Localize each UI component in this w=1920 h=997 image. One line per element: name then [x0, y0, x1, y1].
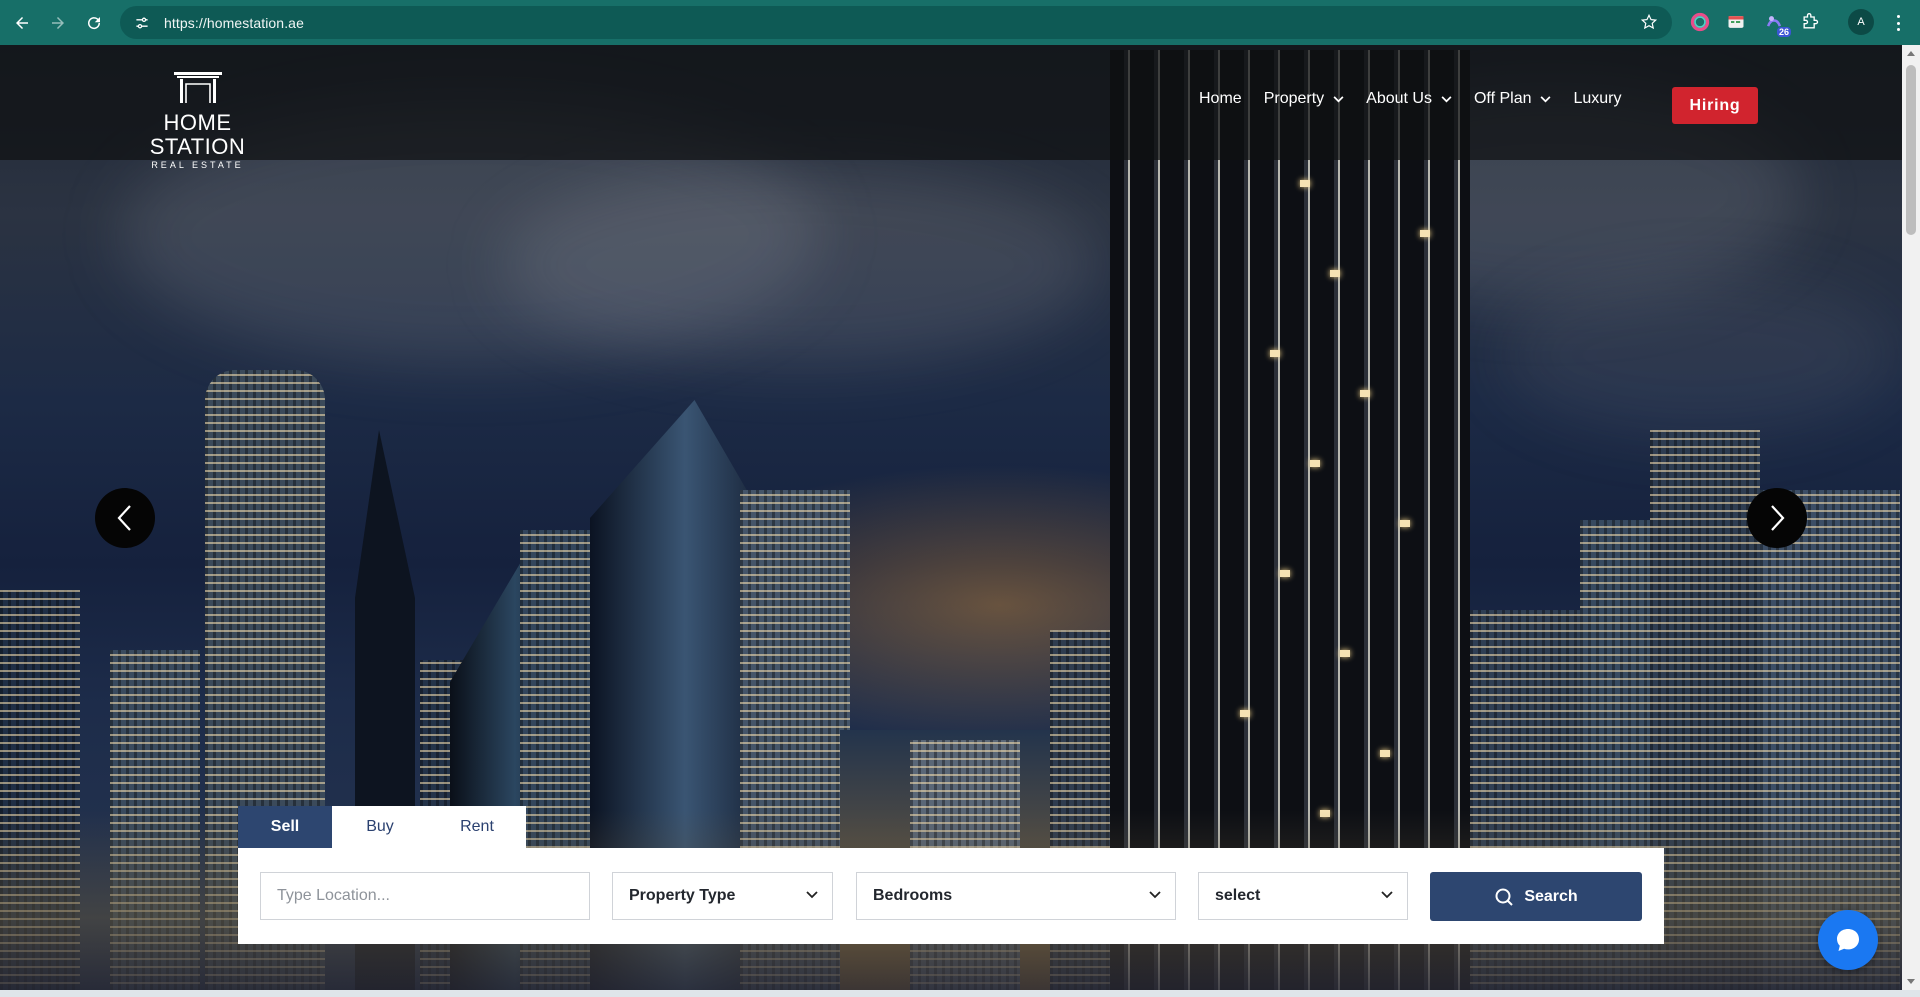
reload-icon [88, 16, 101, 29]
nav-property[interactable]: Property [1264, 90, 1344, 108]
chevron-down-icon [1333, 95, 1344, 102]
reload-button[interactable] [76, 5, 112, 41]
back-button[interactable] [4, 5, 40, 41]
logo-arch-icon [173, 72, 222, 103]
carousel-prev-button[interactable] [95, 488, 155, 548]
nav-home[interactable]: Home [1199, 90, 1242, 108]
chevron-down-icon [1540, 95, 1551, 102]
chat-widget-button[interactable] [1818, 910, 1878, 970]
extension-badge-count: 26 [1776, 27, 1791, 37]
location-placeholder: Type Location... [277, 887, 390, 904]
scroll-down-arrow-icon[interactable] [1907, 979, 1915, 984]
chevron-down-icon [1149, 891, 1161, 899]
hiring-button[interactable]: Hiring [1672, 87, 1758, 124]
brand-name: HOME STATION [149, 110, 246, 159]
address-bar[interactable]: https://homestation.ae [120, 6, 1672, 39]
search-mode-tabs: Sell Buy Rent [238, 806, 526, 848]
extension-badge-icon[interactable]: 26 [1762, 10, 1791, 37]
home-station-logo[interactable]: HOME STATION REAL ESTATE [120, 70, 275, 170]
chevron-down-icon [1381, 891, 1393, 899]
nav-luxury-label: Luxury [1573, 90, 1622, 107]
chevron-down-icon [1441, 95, 1452, 102]
search-button-label: Search [1524, 887, 1578, 905]
browser-menu-icon[interactable] [1890, 12, 1906, 34]
arrow-right-icon [52, 16, 64, 29]
main-navigation: Home Property About Us Off Plan Luxury [1199, 90, 1644, 108]
property-type-value: Property Type [629, 887, 736, 904]
nav-property-label: Property [1263, 90, 1325, 107]
location-input[interactable]: Type Location... [260, 872, 590, 920]
chat-icon [1837, 929, 1859, 951]
nav-about-us[interactable]: About Us [1366, 90, 1452, 108]
star-icon[interactable] [1640, 13, 1658, 31]
extra-select[interactable]: select [1198, 872, 1408, 920]
tab-sell[interactable]: Sell [238, 806, 332, 848]
bedrooms-select[interactable]: Bedrooms [856, 872, 1176, 920]
chevron-right-icon [1771, 505, 1785, 531]
window-bottom-edge [0, 990, 1920, 997]
tab-buy[interactable]: Buy [332, 806, 428, 848]
carousel-next-button[interactable] [1747, 488, 1807, 548]
page-scrollbar[interactable] [1902, 45, 1920, 990]
search-button[interactable]: Search [1430, 872, 1642, 921]
scroll-up-arrow-icon[interactable] [1907, 51, 1915, 56]
chevron-down-icon [806, 891, 818, 899]
nav-offplan-label: Off Plan [1473, 90, 1532, 107]
tab-rent[interactable]: Rent [428, 806, 526, 848]
scrollbar-thumb[interactable] [1906, 65, 1916, 235]
url-text: https://homestation.ae [164, 14, 304, 31]
nav-home-label: Home [1199, 90, 1242, 107]
extension-color-icon[interactable] [1688, 10, 1712, 34]
bedrooms-value: Bedrooms [873, 887, 953, 904]
nav-off-plan[interactable]: Off Plan [1474, 90, 1552, 108]
puzzle-icon[interactable] [1798, 10, 1822, 34]
forward-button[interactable] [40, 5, 76, 41]
brand-tagline: REAL ESTATE [151, 160, 244, 170]
extra-select-value: select [1215, 887, 1261, 904]
chevron-left-icon [117, 505, 131, 531]
profile-avatar[interactable]: A [1848, 9, 1874, 35]
property-search-panel: Type Location... Property Type Bedrooms … [238, 848, 1664, 944]
search-icon [1495, 888, 1514, 906]
property-type-select[interactable]: Property Type [612, 872, 833, 920]
tune-icon[interactable] [132, 13, 152, 33]
extension-grid-icon[interactable] [1724, 10, 1748, 34]
browser-toolbar: https://homestation.ae 26 A [0, 0, 1920, 45]
nav-luxury[interactable]: Luxury [1573, 90, 1621, 108]
nav-about-label: About Us [1366, 90, 1432, 107]
arrow-left-icon [16, 16, 28, 29]
